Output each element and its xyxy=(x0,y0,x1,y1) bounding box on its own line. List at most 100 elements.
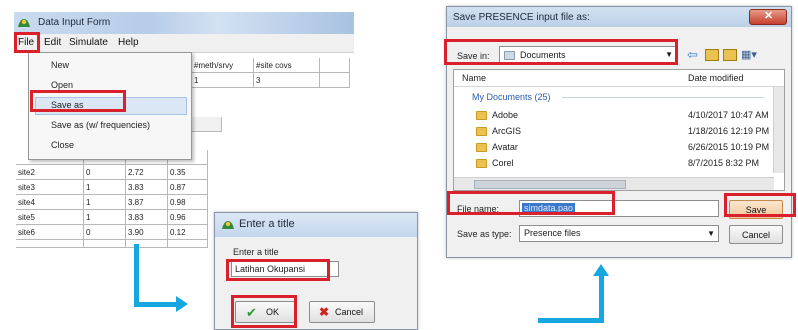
table-cell[interactable]: 2.72 xyxy=(126,165,168,180)
presence-app-icon xyxy=(17,17,31,29)
presence-app-icon xyxy=(221,219,235,231)
file-name: Corel xyxy=(492,158,514,168)
arrow-segment xyxy=(134,244,139,306)
table-cell[interactable]: 0.98 xyxy=(168,195,208,210)
save-as-type-label: Save as type: xyxy=(457,229,512,239)
table-cell xyxy=(84,240,126,248)
data-input-form-title: Data Input Form xyxy=(38,17,111,28)
table-row-label[interactable]: site5 xyxy=(16,210,84,225)
file-list: Name Date modified My Documents (25) Ado… xyxy=(453,69,785,191)
file-date: 8/7/2015 8:32 PM xyxy=(688,158,760,168)
new-folder-icon[interactable] xyxy=(723,49,737,61)
save-button-label: Save xyxy=(745,205,767,215)
title-input-value: Latihan Okupansi xyxy=(235,264,306,274)
arrow-head-right-icon xyxy=(176,296,188,312)
table-row-label[interactable]: site2 xyxy=(16,165,84,180)
column-header-date[interactable]: Date modified xyxy=(688,73,744,83)
back-arrow-icon[interactable]: ⇦ xyxy=(687,47,698,63)
arrow-segment xyxy=(134,302,178,307)
ok-button-label: OK xyxy=(266,307,280,317)
up-folder-icon[interactable] xyxy=(705,49,719,61)
save-as-type-value: Presence files xyxy=(524,228,581,238)
arrow-segment xyxy=(599,276,604,323)
file-name: ArcGIS xyxy=(492,126,522,136)
filename-value: simdata.pao xyxy=(522,203,576,213)
checkmark-icon: ✔ xyxy=(246,305,257,320)
close-window-button[interactable]: ✕ xyxy=(749,9,787,25)
enter-title-titlebar: Enter a title xyxy=(215,213,417,237)
save-dialog-titlebar: Save PRESENCE input file as: ✕ xyxy=(447,7,791,27)
folder-icon xyxy=(476,143,487,152)
grid-header-value-covs[interactable]: 3 xyxy=(254,73,320,88)
menu-file[interactable]: File xyxy=(18,37,34,48)
table-cell[interactable]: 3.90 xyxy=(126,225,168,240)
file-date: 4/10/2017 10:47 AM xyxy=(688,110,769,120)
save-in-combobox[interactable]: Documents ▼ xyxy=(499,46,677,64)
table-cell[interactable]: 3.83 xyxy=(126,180,168,195)
table-cell[interactable]: 0.12 xyxy=(168,225,208,240)
grid-header-extra xyxy=(320,58,350,73)
table-cell[interactable]: 3.83 xyxy=(126,210,168,225)
table-cell[interactable]: 0 xyxy=(84,165,126,180)
save-dialog-title: Save PRESENCE input file as: xyxy=(453,12,590,23)
table-cell[interactable]: 1 xyxy=(84,180,126,195)
filename-input[interactable]: simdata.pao xyxy=(519,200,719,217)
ok-button[interactable]: ✔ OK xyxy=(235,301,295,323)
menu-edit[interactable]: Edit xyxy=(44,37,61,48)
close-icon: ✕ xyxy=(764,10,774,22)
group-divider xyxy=(562,97,764,98)
save-cancel-button[interactable]: Cancel xyxy=(729,225,783,244)
documents-folder-icon xyxy=(504,51,515,60)
arrow-segment xyxy=(538,318,604,323)
file-menu-open[interactable]: Open xyxy=(51,80,73,90)
enter-title-dialog: Enter a title Enter a title Latihan Okup… xyxy=(214,212,418,330)
data-input-form-titlebar: Data Input Form xyxy=(14,12,354,34)
cancel-button[interactable]: ✖ Cancel xyxy=(309,301,375,323)
file-menu-save-as[interactable]: Save as xyxy=(51,100,84,110)
column-header-name[interactable]: Name xyxy=(462,73,486,83)
grid-header-meth-srvy: #meth/srvy xyxy=(192,58,254,73)
table-row-label[interactable]: site3 xyxy=(16,180,84,195)
file-menu-dropdown: New Open Save as Save as (w/ frequencies… xyxy=(28,52,192,160)
table-cell[interactable]: 1 xyxy=(84,210,126,225)
file-menu-close[interactable]: Close xyxy=(51,140,74,150)
menu-simulate[interactable]: Simulate xyxy=(69,37,108,48)
folder-icon xyxy=(476,159,487,168)
table-cell[interactable]: 0.35 xyxy=(168,165,208,180)
table-cell[interactable]: 0 xyxy=(84,225,126,240)
group-label-my-documents: My Documents (25) xyxy=(472,92,551,102)
file-date: 1/18/2016 12:19 PM xyxy=(688,126,770,136)
arrow-head-up-icon xyxy=(593,264,609,276)
file-menu-save-as-freq[interactable]: Save as (w/ frequencies) xyxy=(51,120,150,130)
enter-title-prompt: Enter a title xyxy=(233,247,279,257)
table-cell[interactable]: 3.87 xyxy=(126,195,168,210)
grid-header-value-extra xyxy=(320,73,350,88)
chevron-down-icon: ▼ xyxy=(665,50,673,59)
menu-help[interactable]: Help xyxy=(118,37,139,48)
menubar: File Edit Simulate Help xyxy=(14,34,354,53)
title-input[interactable]: Latihan Okupansi xyxy=(231,261,339,277)
table-cell[interactable]: 0.87 xyxy=(168,180,208,195)
horizontal-scroll-thumb[interactable] xyxy=(474,180,626,189)
file-menu-new[interactable]: New xyxy=(51,60,69,70)
horizontal-scrollbar[interactable] xyxy=(454,177,774,190)
grid-header-value-meth[interactable]: 1 xyxy=(192,73,254,88)
cancel-button-label: Cancel xyxy=(335,307,364,317)
file-name: Adobe xyxy=(492,110,519,120)
save-in-label: Save in: xyxy=(457,51,490,61)
table-cell[interactable]: 1 xyxy=(84,195,126,210)
header-divider xyxy=(454,86,784,87)
file-name: Avatar xyxy=(492,142,518,152)
table-cell[interactable]: 0.96 xyxy=(168,210,208,225)
vertical-scrollbar[interactable] xyxy=(773,87,784,173)
grid-header-site-covs: #site covs xyxy=(254,58,320,73)
save-in-value: Documents xyxy=(520,50,566,60)
view-menu-icon[interactable]: ▦▾ xyxy=(741,48,757,61)
save-button[interactable]: Save xyxy=(729,200,783,219)
save-as-type-select[interactable]: Presence files ▼ xyxy=(519,225,719,242)
folder-icon xyxy=(476,127,487,136)
table-row-label[interactable]: site4 xyxy=(16,195,84,210)
table-row-label[interactable]: site6 xyxy=(16,225,84,240)
save-presence-dialog: Save PRESENCE input file as: ✕ Save in: … xyxy=(446,6,792,258)
file-date: 6/26/2015 10:19 PM xyxy=(688,142,770,152)
